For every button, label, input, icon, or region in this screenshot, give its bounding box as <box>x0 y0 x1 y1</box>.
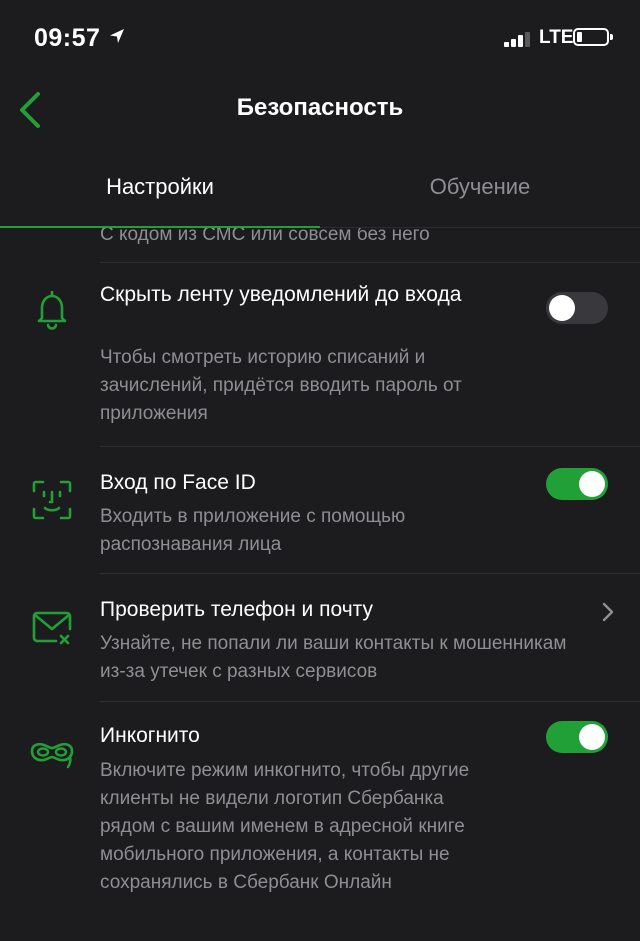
mask-icon <box>30 742 74 769</box>
battery-icon <box>573 28 613 46</box>
setting-label: Вход по Face ID <box>100 471 256 494</box>
setting-label: Проверить телефон и почту <box>100 598 373 621</box>
navigation-bar: Безопасность Настройки Обучение <box>0 80 640 229</box>
face-id-toggle[interactable] <box>546 468 608 500</box>
tab-bar: Настройки Обучение <box>0 160 640 229</box>
face-id-icon <box>32 480 72 520</box>
envelope-icon <box>32 611 72 645</box>
setting-label: Скрыть ленту уведомлений до входа <box>100 283 462 306</box>
page-title: Безопасность <box>236 94 404 121</box>
settings-list: С кодом из СМС или совсем без него Скрыт… <box>0 228 640 941</box>
bell-icon <box>37 290 67 330</box>
incognito-toggle[interactable] <box>546 721 608 753</box>
partial-row-description: С кодом из СМС или совсем без него <box>100 228 430 245</box>
setting-description: Узнайте, не попали ли ваши контакты к мо… <box>100 633 567 682</box>
chevron-right-icon <box>602 602 614 622</box>
status-bar: 09:57 LTE <box>0 0 640 80</box>
toggle-knob <box>579 724 605 750</box>
toggle-knob <box>579 471 605 497</box>
toggle-knob <box>549 295 575 321</box>
setting-label: Инкогнито <box>100 724 200 747</box>
setting-description: Чтобы смотреть историю списаний и зачисл… <box>100 347 462 424</box>
status-time: 09:57 <box>34 24 101 52</box>
setting-row-face-id: Вход по Face ID Входить в приложение с п… <box>0 446 640 573</box>
tab-settings[interactable]: Настройки <box>0 174 320 200</box>
setting-row-hide-notifications: Скрыть ленту уведомлений до входа Чтобы … <box>0 262 640 446</box>
network-type: LTE <box>539 27 574 48</box>
setting-description: Входить в приложение с помощью распознав… <box>100 506 406 555</box>
tab-learning[interactable]: Обучение <box>320 174 640 200</box>
setting-row-check-contacts[interactable]: Проверить телефон и почту Узнайте, не по… <box>0 573 640 701</box>
location-arrow-icon <box>110 29 124 43</box>
setting-row-incognito: Инкогнито Включите режим инкогнито, чтоб… <box>0 701 640 941</box>
hide-notifications-toggle[interactable] <box>546 292 608 324</box>
signal-strength-icon <box>504 32 530 47</box>
setting-description: Включите режим инкогнито, чтобы другие к… <box>100 760 470 893</box>
